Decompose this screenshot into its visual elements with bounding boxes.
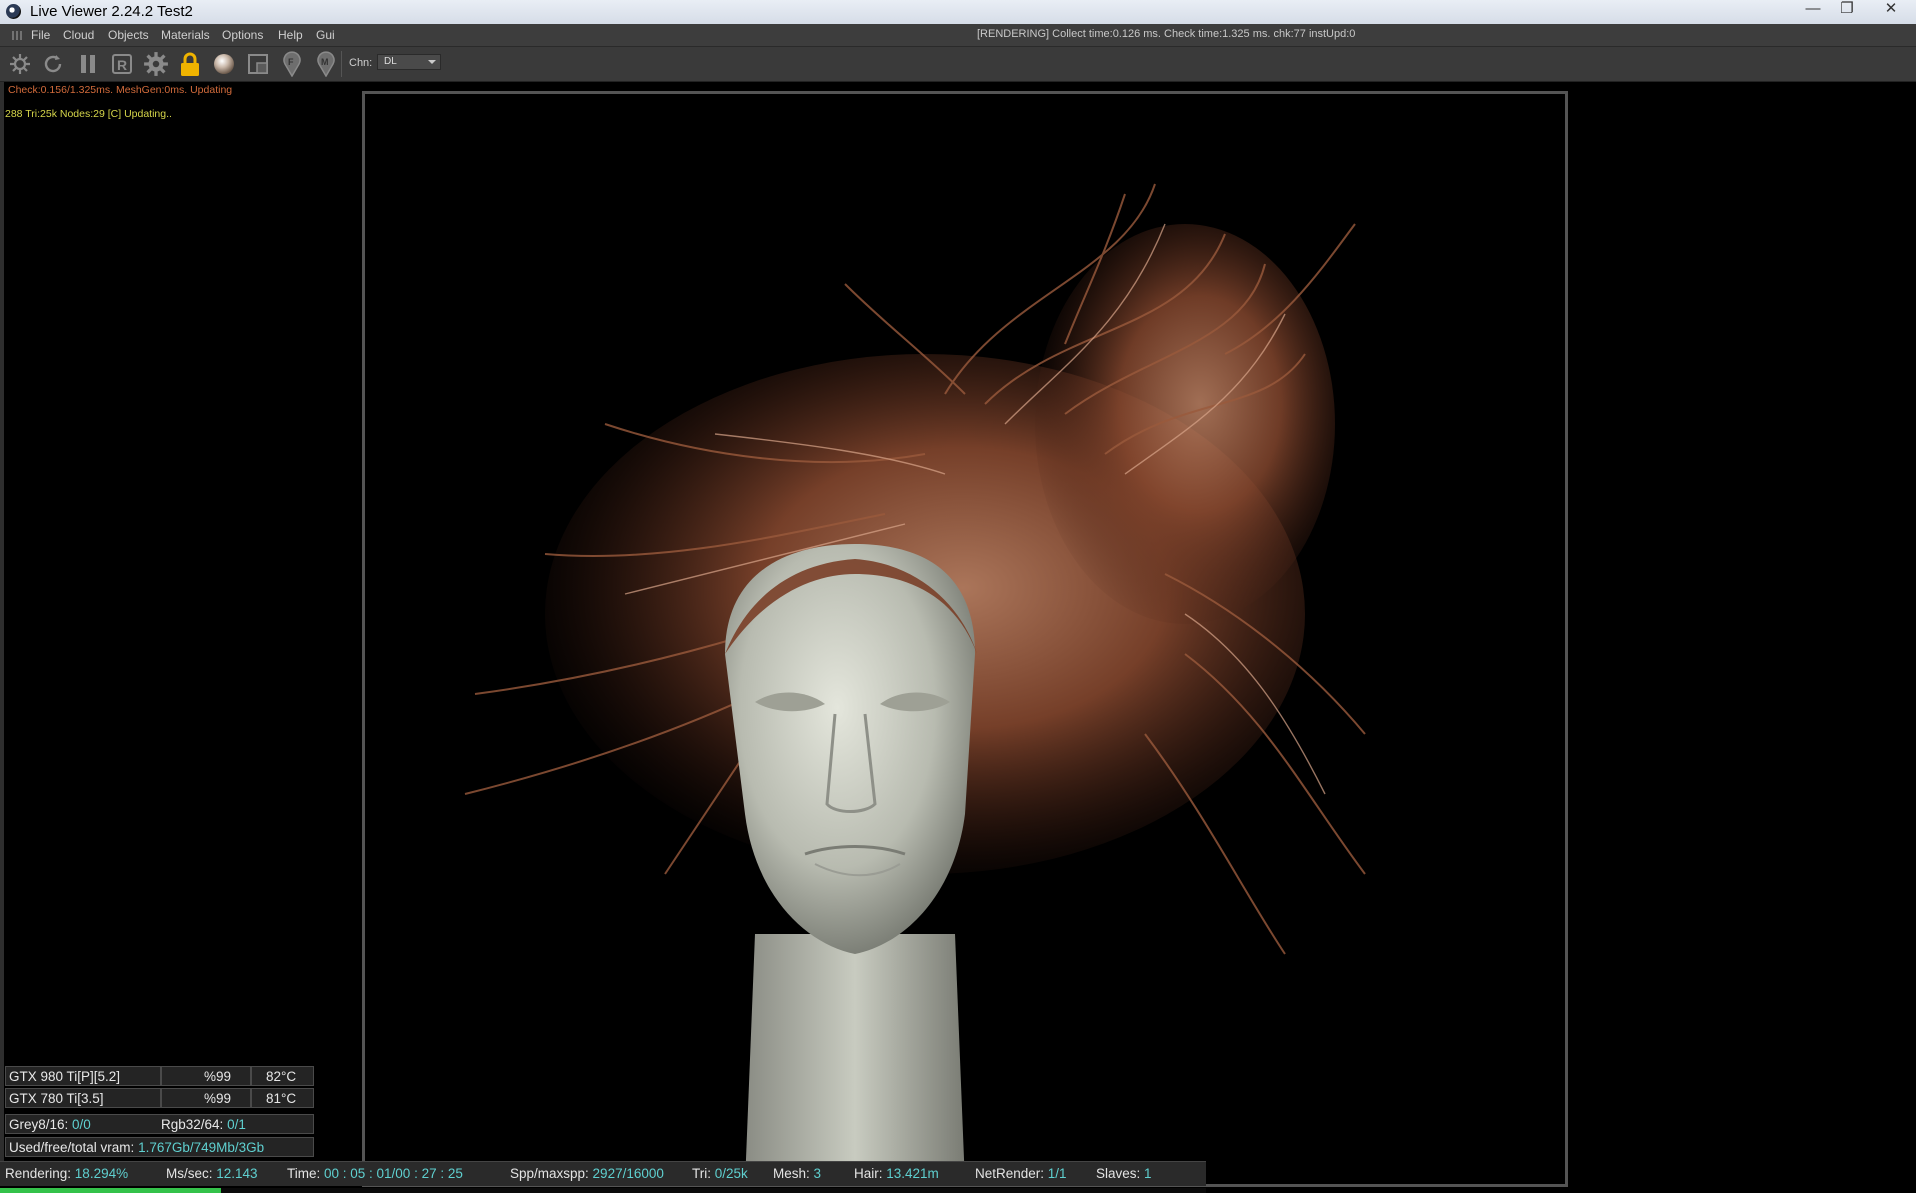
rendering-value: 18.294% [74, 1166, 129, 1181]
hair-label: Hair: [854, 1166, 887, 1181]
slaves-label: Slaves: [1096, 1166, 1145, 1181]
mssec-value: 12.143 [216, 1166, 258, 1181]
pause-icon[interactable] [75, 51, 101, 77]
focus-picker-icon[interactable]: F [279, 51, 305, 77]
menu-options[interactable]: Options [222, 28, 263, 42]
spp-value: 2927/16000 [592, 1166, 664, 1181]
region-render-icon[interactable]: R [109, 51, 135, 77]
rgb-value: 0/1 [227, 1117, 246, 1132]
rgb-stats: Rgb32/64: 0/1 [161, 1115, 246, 1134]
menu-help[interactable]: Help [278, 28, 303, 42]
mesh-label: Mesh: [773, 1166, 814, 1181]
gpu-temp: 82°C [251, 1066, 314, 1086]
mssec-status: Ms/sec: 12.143 [166, 1163, 258, 1185]
time-label: Time: [287, 1166, 324, 1181]
netrender-status: NetRender: 1/1 [975, 1163, 1067, 1185]
maximize-icon[interactable]: ❐ [1830, 0, 1864, 20]
lock-icon[interactable] [177, 51, 203, 77]
render-status-text: [RENDERING] Collect time:0.126 ms. Check… [977, 28, 1356, 40]
menu-file[interactable]: File [31, 28, 50, 42]
netrender-value: 1/1 [1047, 1166, 1067, 1181]
menu-materials[interactable]: Materials [161, 28, 210, 42]
svg-text:M: M [321, 57, 329, 67]
material-picker-icon[interactable]: M [313, 51, 339, 77]
hair-status: Hair: 13.421m [854, 1163, 939, 1185]
mssec-label: Ms/sec: [166, 1166, 217, 1181]
menu-bar: File Cloud Objects Materials Options Hel… [0, 24, 1916, 47]
window-title: Live Viewer 2.24.2 Test2 [30, 3, 193, 20]
rendered-image [464, 183, 1366, 1184]
channel-label: Chn: [349, 57, 373, 69]
close-icon[interactable]: ✕ [1874, 0, 1908, 20]
gpu-row: GTX 780 Ti[3.5] %99 81°C [5, 1088, 314, 1108]
check-timing-text: Check:0.156/1.325ms. MeshGen:0ms. Updati… [8, 84, 233, 96]
mesh-value: 3 [813, 1166, 822, 1181]
vram-row: Used/free/total vram: 1.767Gb/749Mb/3Gb [5, 1137, 314, 1157]
gpu-name: GTX 980 Ti[P][5.2] [5, 1066, 161, 1086]
svg-text:F: F [288, 57, 294, 67]
toolbar-separator [341, 51, 342, 77]
app-logo-icon [6, 4, 21, 19]
rendering-label: Rendering: [5, 1166, 75, 1181]
tri-status: Tri: 0/25k [692, 1163, 748, 1185]
render-progress-bar [0, 1188, 1206, 1193]
render-progress-fill [0, 1188, 221, 1193]
slaves-status: Slaves: 1 [1096, 1163, 1152, 1185]
time-value: 00 : 05 : 01/00 : 27 : 25 [324, 1166, 463, 1181]
render-settings-icon[interactable] [7, 51, 33, 77]
netrender-label: NetRender: [975, 1166, 1048, 1181]
menu-gui[interactable]: Gui [316, 28, 335, 42]
spp-label: Spp/maxspp: [510, 1166, 593, 1181]
channel-select[interactable]: DL [377, 54, 441, 70]
grey-value: 0/0 [72, 1117, 91, 1132]
slaves-value: 1 [1144, 1166, 1152, 1181]
settings-gear-icon[interactable] [143, 51, 169, 77]
gpu-name: GTX 780 Ti[3.5] [5, 1088, 161, 1108]
texture-stats-row: Grey8/16: 0/0 Rgb32/64: 0/1 [5, 1114, 314, 1134]
title-bar: Live Viewer 2.24.2 Test2 — ❐ ✕ [0, 0, 1916, 24]
tri-value: 0/25k [714, 1166, 748, 1181]
gpu-temp: 81°C [251, 1088, 314, 1108]
rendering-status: Rendering: 18.294% [5, 1163, 128, 1185]
menu-cloud[interactable]: Cloud [63, 28, 94, 42]
status-bar: Rendering: 18.294% Ms/sec: 12.143 Time: … [0, 1161, 1206, 1186]
scene-stats-text: 288 Tri:25k Nodes:29 [C] Updating.. [5, 108, 172, 120]
grey-label: Grey8/16: [9, 1117, 73, 1132]
left-info-panel [0, 82, 360, 1172]
channel-select-value: DL [384, 56, 397, 67]
spp-status: Spp/maxspp: 2927/16000 [510, 1163, 664, 1185]
gpu-row: GTX 980 Ti[P][5.2] %99 82°C [5, 1066, 314, 1086]
menu-grip-icon [12, 31, 22, 40]
menu-objects[interactable]: Objects [108, 28, 149, 42]
viewport-icon[interactable] [245, 51, 271, 77]
svg-text:R: R [117, 57, 127, 73]
toolbar: R F M Chn: DL [0, 47, 1916, 82]
vram-label: Used/free/total vram: [9, 1140, 139, 1155]
gpu-usage: %99 [161, 1066, 251, 1086]
vram-value: 1.767Gb/749Mb/3Gb [138, 1140, 265, 1155]
mesh-status: Mesh: 3 [773, 1163, 821, 1185]
left-edge-strip [0, 82, 4, 1172]
render-viewport[interactable] [362, 91, 1568, 1187]
time-status: Time: 00 : 05 : 01/00 : 27 : 25 [287, 1163, 463, 1185]
minimize-icon[interactable]: — [1796, 0, 1830, 20]
tri-label: Tri: [692, 1166, 715, 1181]
chevron-down-icon [428, 60, 436, 64]
rgb-label: Rgb32/64: [161, 1117, 228, 1132]
restart-icon[interactable] [40, 51, 66, 77]
gpu-usage: %99 [161, 1088, 251, 1108]
material-ball-icon[interactable] [211, 51, 237, 77]
hair-value: 13.421m [886, 1166, 939, 1181]
